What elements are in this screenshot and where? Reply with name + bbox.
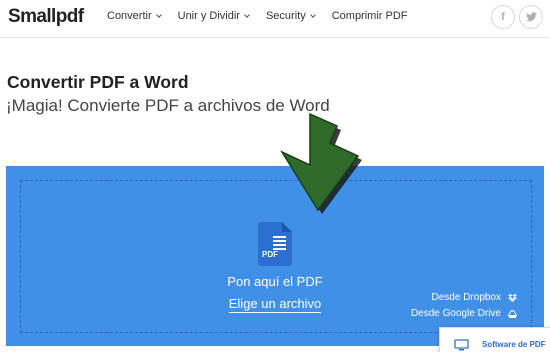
- nav-unir-label: Unir y Dividir: [177, 10, 240, 22]
- twitter-button[interactable]: [519, 5, 543, 29]
- nav-convertir[interactable]: Convertir: [107, 10, 162, 22]
- facebook-icon: f: [501, 11, 505, 23]
- nav-comprimir-pdf[interactable]: Comprimir PDF: [332, 10, 408, 22]
- nav-unir-y-dividir[interactable]: Unir y Dividir: [177, 10, 250, 22]
- promo-label: Software de PDF: [482, 340, 546, 349]
- main-nav: Convertir Unir y Dividir Security Compri…: [107, 10, 425, 22]
- facebook-button[interactable]: f: [491, 5, 515, 29]
- dropbox-icon: [508, 293, 517, 302]
- nav-convertir-label: Convertir: [107, 10, 152, 22]
- chevron-down-icon: [155, 12, 162, 18]
- choose-file-link[interactable]: Elige un archivo: [228, 296, 322, 313]
- smallpdf-logo[interactable]: Smallpdf: [8, 6, 84, 28]
- dropbox-label: Desde Dropbox: [431, 292, 501, 303]
- google-drive-icon: [508, 309, 517, 318]
- pdf-file-icon: PDF: [258, 222, 292, 266]
- pdf-software-promo[interactable]: Software de PDF: [439, 327, 550, 352]
- down-arrow-icon: [280, 112, 362, 214]
- twitter-icon: [525, 12, 537, 22]
- gdrive-label: Desde Google Drive: [410, 308, 501, 319]
- from-dropbox-button[interactable]: Desde Dropbox: [432, 292, 517, 303]
- page-title: Convertir PDF a Word: [7, 72, 189, 92]
- chevron-down-icon: [244, 12, 250, 18]
- desktop-icon: [454, 339, 469, 351]
- nav-comprimir-label: Comprimir PDF: [331, 10, 408, 22]
- top-navbar: Smallpdf Convertir Unir y Dividir Securi…: [0, 0, 550, 38]
- pdf-icon-label: PDF: [262, 250, 278, 259]
- nav-security-label: Security: [265, 10, 306, 22]
- from-google-drive-button[interactable]: Desde Google Drive: [411, 308, 517, 319]
- nav-security[interactable]: Security: [265, 10, 316, 22]
- drop-instruction: Pon aquí el PDF: [227, 274, 323, 289]
- chevron-down-icon: [309, 12, 316, 18]
